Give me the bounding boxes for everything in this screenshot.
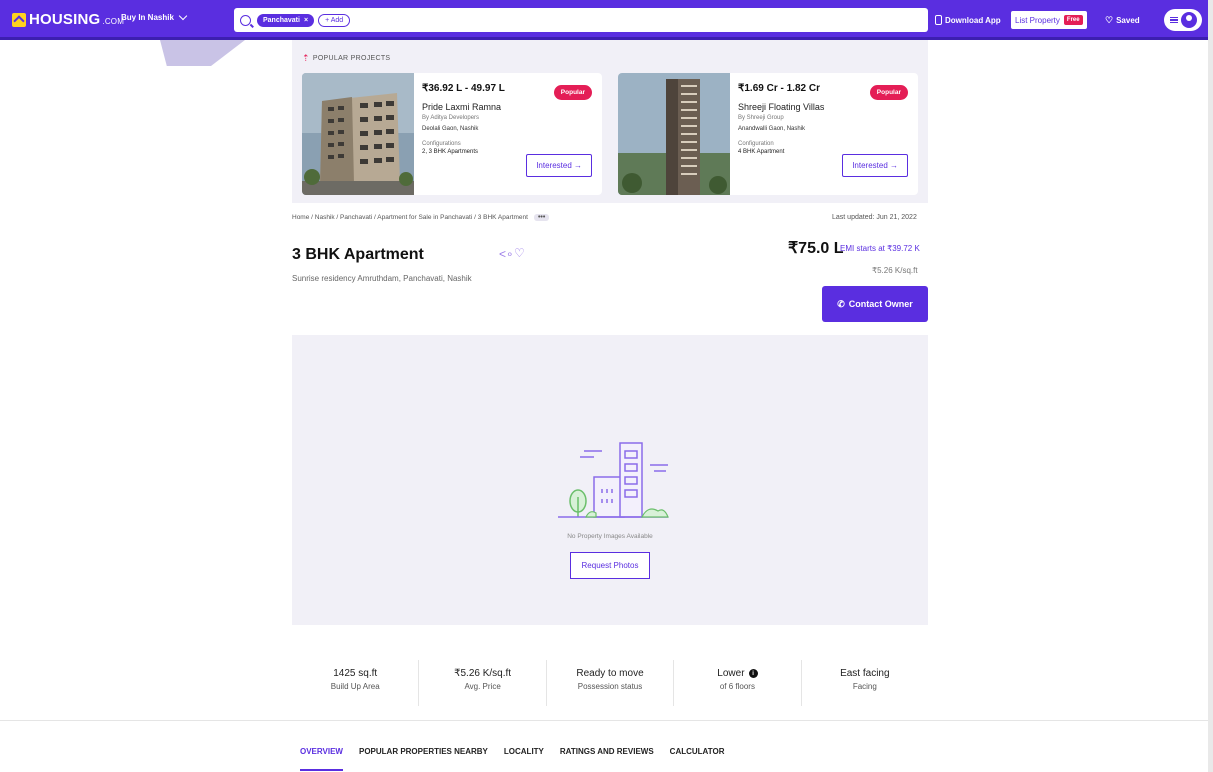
project-name: Shreeji Floating Villas	[738, 102, 825, 112]
heart-icon[interactable]: ♡	[514, 246, 525, 260]
property-address: Sunrise residency Amruthdam, Panchavati,…	[292, 274, 472, 283]
popular-badge: Popular	[553, 85, 592, 100]
menu-icon	[1170, 17, 1178, 23]
highlight-label: of 6 floors	[719, 682, 755, 691]
tab-popular-properties-nearby[interactable]: POPULAR PROPERTIES NEARBY	[359, 747, 488, 756]
search-chip-label: Panchavati	[263, 16, 300, 24]
chevron-down-icon	[178, 11, 188, 20]
phone-icon	[935, 15, 942, 25]
highlight-value: Lower	[717, 668, 745, 679]
list-property-label: List Property	[1015, 15, 1060, 25]
emi-link[interactable]: EMI starts at ₹39.72 K	[840, 244, 920, 253]
page-title: 3 BHK Apartment	[292, 246, 424, 263]
contact-owner-button[interactable]: ✆ Contact Owner	[822, 286, 928, 322]
project-location: Anandwalli Gaon, Nashik	[738, 126, 806, 132]
highlight-item: East facing Facing	[802, 660, 928, 706]
top-nav: HOUSING .COM Buy In Nashik Panchavati × …	[0, 0, 1213, 40]
project-developer: By Aditya Developers	[422, 115, 480, 121]
tab-ratings-and-reviews[interactable]: RATINGS AND REVIEWS	[560, 747, 654, 756]
highlight-label: Build Up Area	[330, 682, 380, 691]
popular-projects-section: ⇡ POPULAR PROJECTS ₹36.92 L - 49.97 L Pr…	[292, 40, 928, 203]
free-badge: Free	[1063, 15, 1083, 25]
highlight-value: Ready to move	[576, 668, 644, 679]
project-image	[618, 73, 730, 195]
property-price: ₹75.0 L	[788, 240, 844, 257]
search-bar[interactable]: Panchavati × + Add	[234, 8, 928, 32]
user-icon	[1181, 12, 1197, 28]
highlight-label: Avg. Price	[464, 682, 501, 691]
search-chip[interactable]: Panchavati ×	[257, 13, 315, 27]
contact-owner-label: Contact Owner	[848, 299, 913, 309]
highlight-value: 1425 sq.ft	[333, 668, 378, 679]
tab-locality[interactable]: LOCALITY	[504, 747, 544, 756]
last-updated: Last updated: Jun 21, 2022	[832, 214, 917, 221]
saved-label: Saved	[1116, 15, 1140, 25]
download-app-link[interactable]: Download App	[935, 10, 1001, 30]
saved-link[interactable]: ♡ Saved	[1105, 10, 1140, 30]
project-config-label: Configurations	[422, 141, 461, 147]
page-scrollbar[interactable]	[1208, 0, 1213, 772]
download-app-label: Download App	[945, 15, 1001, 25]
project-name: Pride Laxmi Ramna	[422, 102, 502, 112]
highlight-item: 1425 sq.ft Build Up Area	[292, 660, 420, 706]
breadcrumb-path[interactable]: Home / Nashik / Panchavati / Apartment f…	[292, 214, 528, 221]
housing-logo[interactable]: HOUSING .COM	[12, 11, 124, 28]
phone-icon: ✆	[837, 298, 845, 309]
decorative-shape	[160, 40, 245, 66]
breadcrumb: Home / Nashik / Panchavati / Apartment f…	[292, 214, 550, 221]
project-location: Deolali Gaon, Nashik	[422, 126, 479, 132]
list-property-button[interactable]: List Property Free	[1011, 11, 1087, 29]
heart-icon: ♡	[1105, 14, 1114, 25]
highlight-value: ₹5.26 K/sq.ft	[454, 668, 512, 679]
tab-overview[interactable]: OVERVIEW	[300, 747, 343, 771]
info-icon[interactable]: i	[748, 669, 758, 678]
property-images-area: No Property Images Available Request Pho…	[292, 335, 928, 625]
home-icon	[12, 12, 26, 27]
popular-projects-title: ⇡ POPULAR PROJECTS	[302, 53, 390, 64]
tab-calculator[interactable]: CALCULATOR	[670, 747, 725, 756]
highlight-label: Possession status	[577, 682, 643, 691]
project-card[interactable]: ₹1.69 Cr - 1.82 Cr Shreeji Floating Vill…	[618, 73, 918, 195]
request-photos-button[interactable]: Request Photos	[570, 552, 650, 579]
highlight-label: Facing	[852, 682, 877, 691]
building-illustration	[558, 442, 669, 518]
highlight-item: Lower i of 6 floors	[674, 660, 802, 706]
popular-projects-label: POPULAR PROJECTS	[312, 55, 391, 62]
add-locality-button[interactable]: + Add	[318, 13, 351, 27]
close-icon[interactable]: ×	[304, 17, 308, 24]
interested-button[interactable]: Interested →	[842, 154, 908, 177]
profile-menu-button[interactable]	[1164, 9, 1202, 31]
logo-text: HOUSING	[29, 11, 101, 28]
search-icon	[240, 14, 251, 26]
pin-icon: ⇡	[302, 53, 310, 63]
popular-badge: Popular	[869, 85, 908, 100]
project-card[interactable]: ₹36.92 L - 49.97 L Pride Laxmi Ramna By …	[302, 73, 602, 195]
highlight-item: ₹5.26 K/sq.ft Avg. Price	[419, 660, 547, 706]
share-icon[interactable]: <∘	[499, 247, 514, 261]
highlight-item: Ready to move Possession status	[547, 660, 675, 706]
more-icon[interactable]: •••	[533, 214, 550, 221]
highlight-value: East facing	[840, 668, 890, 679]
project-developer: By Shreeji Group	[738, 115, 784, 121]
project-config-label: Configuration	[738, 141, 774, 147]
project-image	[302, 73, 414, 195]
section-tabs-bar: OVERVIEW POPULAR PROPERTIES NEARBY LOCAL…	[0, 720, 1213, 772]
city-select[interactable]: Buy In Nashik	[121, 11, 188, 22]
price-per-sqft: ₹5.26 K/sq.ft	[872, 266, 918, 275]
interested-button[interactable]: Interested →	[526, 154, 592, 177]
section-tabs: OVERVIEW POPULAR PROPERTIES NEARBY LOCAL…	[300, 747, 725, 771]
no-images-text: No Property Images Available	[567, 533, 653, 540]
city-select-label: Buy In Nashik	[121, 13, 174, 22]
highlight-value-row: Lower i	[674, 668, 800, 679]
property-highlights: 1425 sq.ft Build Up Area ₹5.26 K/sq.ft A…	[292, 660, 928, 706]
